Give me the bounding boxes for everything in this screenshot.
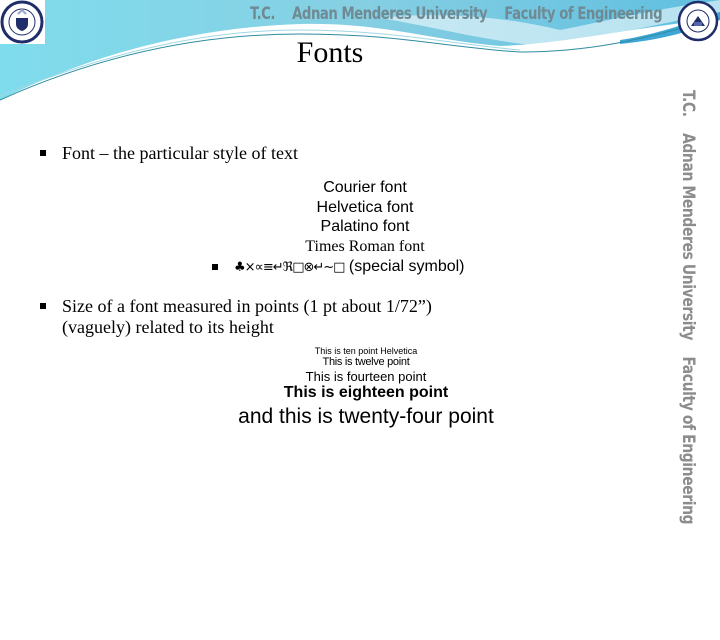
strip-tc: T.C. [678,90,698,117]
bullet-marker [212,263,218,270]
font-example-times: Times Roman font [305,237,425,255]
slide-title: Fonts [296,36,364,69]
institution-header: T.C. Adnan Menderes University Faculty of … [250,4,663,24]
bullet-marker [40,303,46,309]
bullet-text-line2: (vaguely) related to its height [62,317,274,337]
header-faculty: Faculty of Engineering [504,4,663,24]
special-symbol-label: (special symbol) [348,258,465,275]
bullet-font-definition: Font – the particular style of text [40,143,298,164]
size-example-14pt: This is fourteen point [305,369,427,384]
bullet-text-line1: Size of a font measured in points (1 pt … [62,296,432,316]
size-example-18pt: This is eighteen point [283,384,449,401]
bullet-font-size: Size of a font measured in points (1 pt … [40,296,432,338]
header-tc: T.C. [250,4,275,24]
size-example-10pt: This is ten point Helvetica [314,346,418,356]
bullet-marker [40,150,46,156]
header-university: Adnan Menderes University [292,4,488,24]
special-symbol-example: ♣×∝≡↵ℜ□⊗↵~□ (special symbol) [212,258,465,276]
font-example-courier: Courier font [323,179,407,196]
size-example-24pt: and this is twenty-four point [238,405,494,428]
bullet-text: Font – the particular style of text [62,143,298,163]
font-example-list: Courier font Helvetica font Palatino fon… [35,178,695,256]
font-example-helvetica: Helvetica font [316,198,414,216]
font-example-palatino: Palatino font [320,218,410,235]
faculty-seal-icon [674,0,720,44]
size-example-12pt: This is twelve point [322,356,410,368]
special-symbols: ♣×∝≡↵ℜ□⊗↵~□ [234,260,345,275]
